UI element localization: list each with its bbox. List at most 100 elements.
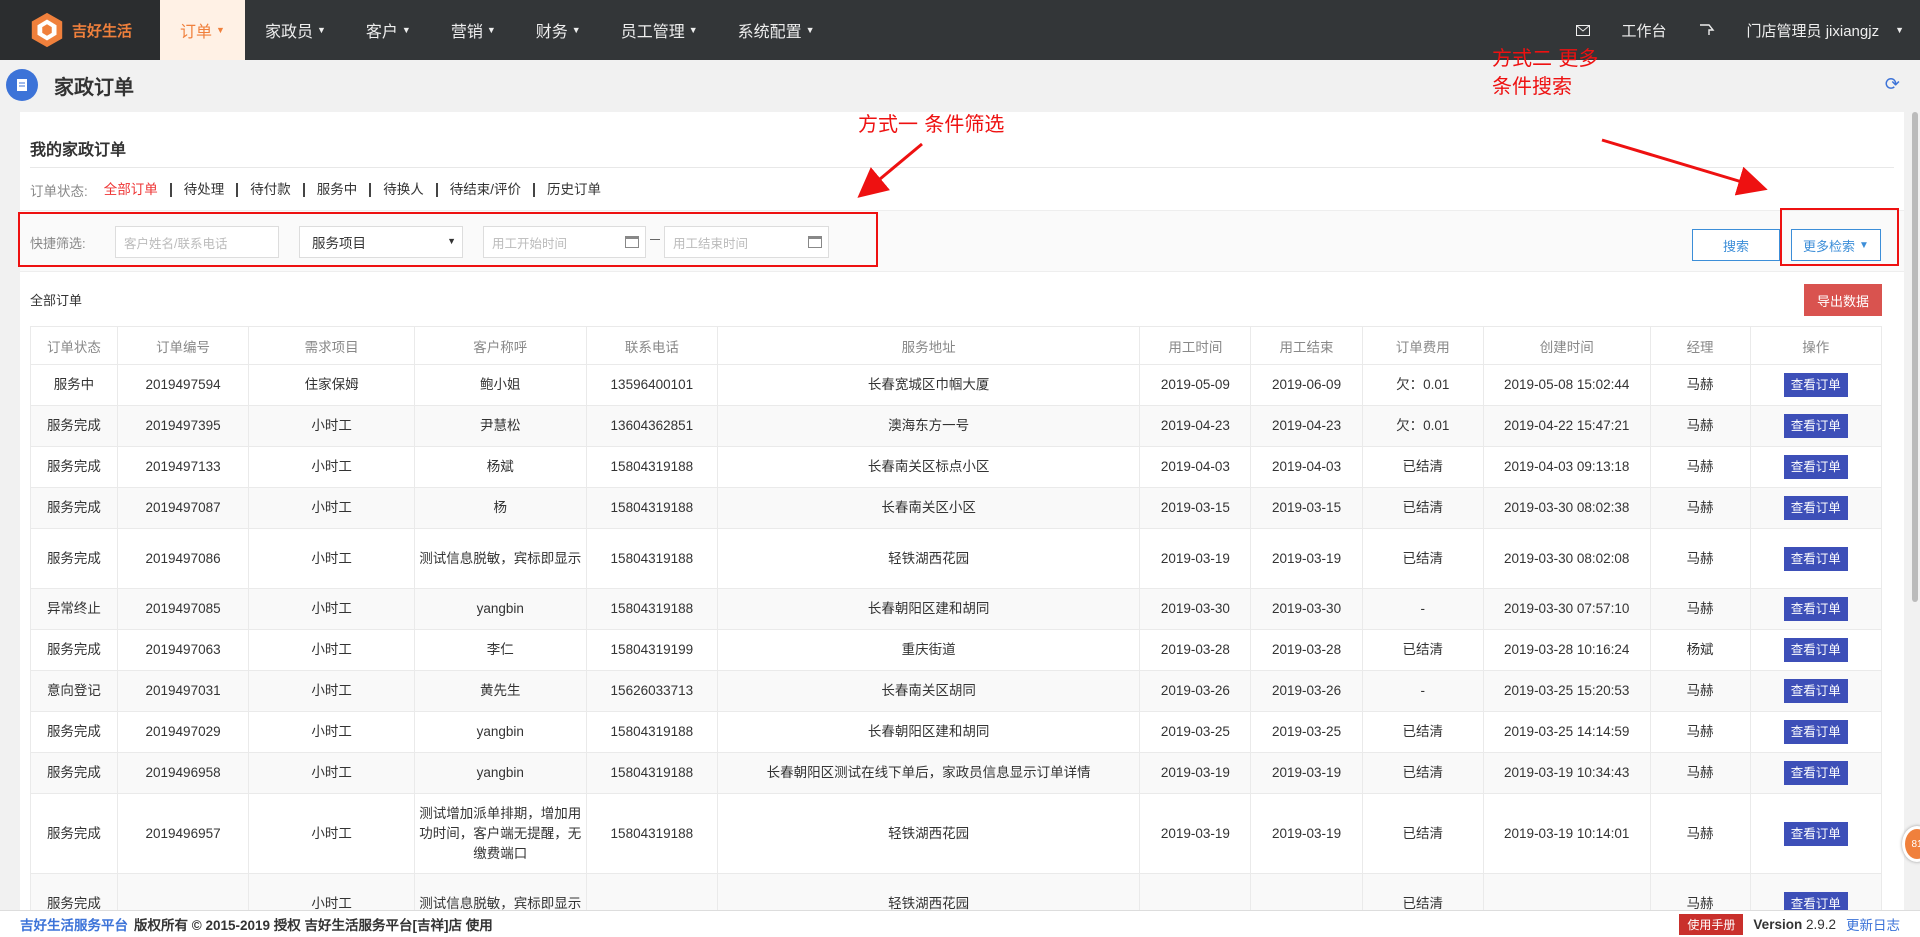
- status-history[interactable]: 历史订单: [535, 183, 613, 197]
- manager: 马赫: [1649, 487, 1751, 529]
- document-icon: [6, 69, 38, 101]
- order-status[interactable]: 服务完成: [30, 752, 118, 794]
- service-select[interactable]: 服务项目 ▼: [299, 226, 463, 258]
- chevron-down-icon[interactable]: ▼: [1895, 0, 1920, 60]
- calendar-icon: [808, 236, 822, 248]
- export-button[interactable]: 导出数据: [1804, 284, 1882, 316]
- user-menu[interactable]: 门店管理员 jixiangjz: [1731, 0, 1896, 60]
- end-date-input[interactable]: 用工结束时间: [664, 226, 829, 258]
- start-date: 2019-03-26: [1139, 670, 1252, 712]
- col-id: 订单编号: [116, 326, 250, 365]
- changelog-link[interactable]: 更新日志: [1846, 914, 1900, 934]
- view-order-button[interactable]: 查看订单: [1783, 373, 1848, 397]
- view-order-button[interactable]: 查看订单: [1783, 546, 1848, 571]
- order-fee: 已结清: [1361, 487, 1484, 529]
- manager: 马赫: [1649, 670, 1751, 712]
- order-status[interactable]: 服务中: [30, 364, 118, 406]
- notification-icon[interactable]: [1683, 0, 1731, 60]
- view-order-button[interactable]: 查看订单: [1783, 821, 1848, 846]
- footer-brand[interactable]: 吉好生活服务平台: [20, 914, 128, 934]
- chevron-down-icon: ▼: [571, 25, 581, 35]
- table-row: 服务完成 2019496958 小时工 yangbin 15804319188 …: [30, 752, 1883, 794]
- chevron-down-icon: ▼: [805, 25, 815, 35]
- order-status[interactable]: 服务完成: [30, 405, 118, 447]
- manager: 马赫: [1649, 528, 1751, 589]
- nav-settings[interactable]: 系统配置 ▼: [718, 0, 835, 60]
- col-phone: 联系电话: [585, 326, 719, 365]
- status-to-replace[interactable]: 待换人: [371, 183, 438, 197]
- order-status[interactable]: 异常终止: [30, 588, 118, 630]
- workbench-link[interactable]: 工作台: [1606, 0, 1683, 60]
- date-separator: [650, 239, 660, 240]
- status-filter: 订单状态: 全部订单 待处理 待付款 服务中 待换人 待结束/评价 历史订单: [30, 180, 613, 200]
- col-end: 用工结束: [1250, 326, 1363, 365]
- end-date: 2019-03-19: [1250, 793, 1363, 874]
- customer-search-input[interactable]: 客户姓名/联系电话: [115, 226, 279, 258]
- action-cell: 查看订单: [1749, 487, 1883, 529]
- customer-phone: 15804319188: [585, 752, 719, 794]
- order-fee: 已结清: [1361, 752, 1484, 794]
- nav-marketing[interactable]: 营销 ▼: [431, 0, 516, 60]
- order-item: 小时工: [248, 446, 415, 488]
- scrollbar-thumb[interactable]: [1912, 112, 1918, 602]
- customer-name: 鲍小姐: [413, 364, 587, 406]
- nav-staff[interactable]: 员工管理 ▼: [601, 0, 718, 60]
- table-row: 服务完成 2019497133 小时工 杨斌 15804319188 长春南关区…: [30, 446, 1883, 488]
- manager: 马赫: [1649, 711, 1751, 753]
- view-order-button[interactable]: 查看订单: [1783, 720, 1848, 744]
- nav-orders[interactable]: 订单 ▼: [160, 0, 245, 60]
- created-time: 2019-03-25 15:20:53: [1482, 670, 1651, 712]
- order-status[interactable]: 服务完成: [30, 629, 118, 671]
- status-in-service[interactable]: 服务中: [305, 183, 372, 197]
- order-status[interactable]: 服务完成: [30, 446, 118, 488]
- action-cell: 查看订单: [1749, 364, 1883, 406]
- created-time: 2019-04-22 15:47:21: [1482, 405, 1651, 447]
- view-order-button[interactable]: 查看订单: [1783, 638, 1848, 662]
- start-date-input[interactable]: 用工开始时间: [483, 226, 646, 258]
- action-cell: 查看订单: [1749, 446, 1883, 488]
- status-unpaid[interactable]: 待付款: [238, 183, 305, 197]
- customer-phone: 15804319188: [585, 487, 719, 529]
- nav-customers[interactable]: 客户 ▼: [346, 0, 431, 60]
- start-date: 2019-03-19: [1139, 793, 1252, 874]
- order-status[interactable]: 服务完成: [30, 711, 118, 753]
- service-address: 长春朝阳区建和胡同: [717, 711, 1141, 753]
- brand-logo[interactable]: 吉好生活: [0, 0, 160, 60]
- view-order-button[interactable]: 查看订单: [1783, 597, 1848, 621]
- status-all[interactable]: 全部订单: [104, 183, 172, 197]
- start-date: 2019-03-25: [1139, 711, 1252, 753]
- view-order-button[interactable]: 查看订单: [1783, 679, 1848, 703]
- order-status[interactable]: 意向登记: [30, 670, 118, 712]
- view-order-button[interactable]: 查看订单: [1783, 414, 1848, 438]
- manual-button[interactable]: 使用手册: [1679, 913, 1744, 935]
- status-pending[interactable]: 待处理: [172, 183, 239, 197]
- col-status: 订单状态: [30, 326, 118, 365]
- version-info: Version 2.9.2: [1753, 917, 1836, 932]
- search-button[interactable]: 搜索: [1692, 229, 1780, 261]
- order-id: 2019497133: [116, 446, 250, 488]
- filter-label: 快捷筛选:: [30, 236, 86, 251]
- order-status[interactable]: 服务完成: [30, 793, 118, 874]
- nav-finance[interactable]: 财务 ▼: [516, 0, 601, 60]
- footer-copyright: 版权所有 © 2015-2019 授权 吉好生活服务平台[吉祥]店 使用: [134, 918, 493, 933]
- table-row: 服务完成 2019497086 小时工 测试信息脱敏，宾标即显示 1580431…: [30, 528, 1883, 589]
- col-item: 需求项目: [248, 326, 415, 365]
- order-status[interactable]: 服务完成: [30, 487, 118, 529]
- created-time: 2019-03-30 08:02:08: [1482, 528, 1651, 589]
- logo-icon: [31, 12, 63, 48]
- end-date: 2019-03-19: [1250, 528, 1363, 589]
- created-time: 2019-03-19 10:34:43: [1482, 752, 1651, 794]
- order-status[interactable]: 服务完成: [30, 528, 118, 589]
- view-order-button[interactable]: 查看订单: [1783, 496, 1848, 520]
- status-to-end[interactable]: 待结束/评价: [438, 183, 536, 197]
- floating-badge[interactable]: 81: [1902, 826, 1920, 862]
- nav-housekeepers[interactable]: 家政员 ▼: [245, 0, 346, 60]
- divider: [30, 167, 1894, 168]
- view-order-button[interactable]: 查看订单: [1783, 761, 1848, 785]
- refresh-icon[interactable]: ⟳: [1885, 74, 1900, 95]
- customer-name: yangbin: [413, 752, 587, 794]
- view-order-button[interactable]: 查看订单: [1783, 455, 1848, 479]
- table-row: 服务中 2019497594 住家保姆 鲍小姐 13596400101 长春宽城…: [30, 364, 1883, 406]
- more-search-button[interactable]: 更多检索 ▼: [1791, 229, 1881, 261]
- order-fee: 欠：0.01: [1361, 405, 1484, 447]
